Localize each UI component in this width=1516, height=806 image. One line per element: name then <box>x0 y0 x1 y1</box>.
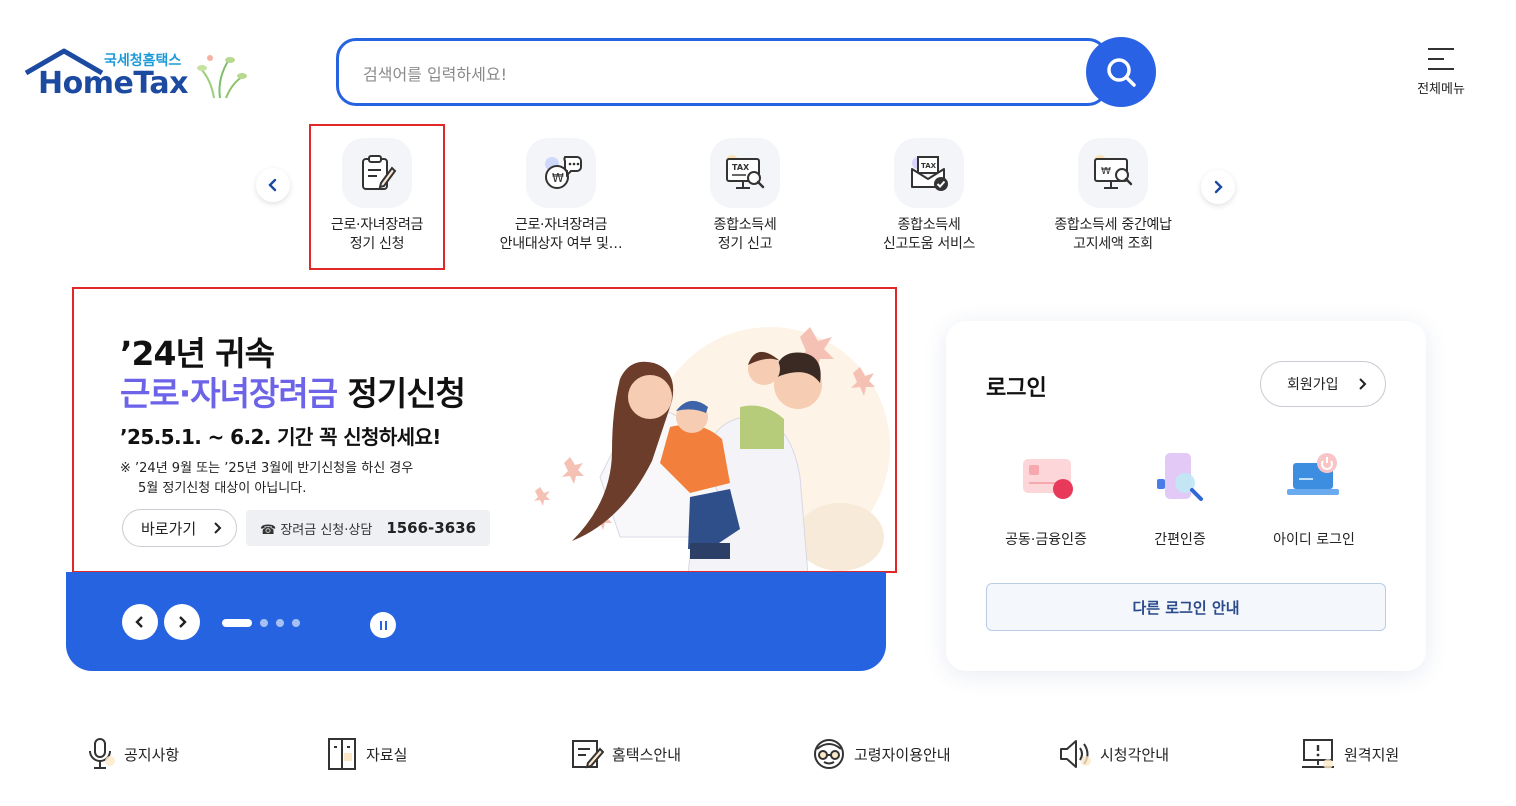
quick-menu-item-eligibility-check[interactable]: ₩ 근로·자녀장려금 안내대상자 여부 및… <box>469 138 653 254</box>
login-option-label: 간편인증 <box>1154 532 1206 548</box>
tax-envelope-icon: TAX <box>894 138 964 208</box>
svg-text:TAX: TAX <box>921 162 937 170</box>
signup-button[interactable]: 회원가입 <box>1260 361 1386 407</box>
footer-link-label: 시청각안내 <box>1100 745 1170 764</box>
all-menu-label: 전체메뉴 <box>1417 82 1465 97</box>
certificate-card-icon <box>1023 459 1073 499</box>
highlight-frame <box>309 124 445 270</box>
banner-period: ’25.5.1. ~ 6.2. 기간 꼭 신청하세요! <box>120 425 441 449</box>
login-option-id[interactable]: 아이디 로그인 <box>1244 449 1384 549</box>
footer-link-audiovisual-guide[interactable]: 시청각안내 <box>1058 734 1169 774</box>
banner-title-line2: 근로·자녀장려금 정기신청 <box>120 367 466 415</box>
quick-menu-item-filing-help[interactable]: TAX 종합소득세 신고도움 서비스 <box>837 138 1021 254</box>
search-box <box>336 38 1108 106</box>
banner-pagination <box>222 619 308 627</box>
footer-link-archive[interactable]: 자료실 <box>326 734 407 774</box>
pagination-dot[interactable] <box>260 619 268 627</box>
chevron-right-icon <box>179 616 187 628</box>
hometax-logo[interactable]: 국세청홈택스 HomeTax <box>24 44 250 104</box>
won-chat-icon: ₩ <box>526 138 596 208</box>
quick-menu-label-line1: 종합소득세 중간예납 <box>1054 217 1172 233</box>
search-button[interactable] <box>1086 37 1156 107</box>
banner-note-line2: 5월 정기신청 대상이 아닙니다. <box>138 481 307 496</box>
pagination-dot[interactable] <box>222 619 252 627</box>
banner-title-highlight: 근로·자녀장려금 <box>120 374 338 413</box>
banner-pause-button[interactable] <box>370 612 396 638</box>
hamburger-icon <box>1428 48 1454 70</box>
phone-search-icon <box>1157 453 1203 501</box>
chevron-right-icon <box>1214 180 1223 194</box>
banner-go-label: 바로가기 <box>141 519 197 538</box>
banner-contact-number: 1566-3636 <box>386 519 477 537</box>
chevron-left-icon <box>135 616 143 628</box>
search-input[interactable] <box>363 60 1063 88</box>
remote-monitor-icon <box>1302 739 1334 769</box>
svg-text:TAX: TAX <box>732 163 750 172</box>
banner-prev-button[interactable] <box>122 604 158 640</box>
microphone-icon <box>89 738 115 769</box>
quick-menu-label-line2: 안내대상자 여부 및… <box>499 236 623 252</box>
footer-link-senior-guide[interactable]: 고령자이용안내 <box>812 734 951 774</box>
won-monitor-search-icon: ₩ <box>1078 138 1148 208</box>
quick-menu-label-line1: 종합소득세 <box>897 217 961 233</box>
svg-text:₩: ₩ <box>552 171 564 185</box>
pagination-dot[interactable] <box>276 619 284 627</box>
footer-link-label: 공지사항 <box>124 745 180 764</box>
glasses-face-icon <box>814 739 844 769</box>
footer-link-notice[interactable]: 공지사항 <box>86 734 179 774</box>
laptop-power-icon <box>1287 453 1339 495</box>
banner-go-button[interactable]: 바로가기 <box>122 509 237 547</box>
footer-link-label: 원격지원 <box>1344 745 1400 764</box>
quick-menu-item-income-tax-filing[interactable]: TAX 종합소득세 정기 신고 <box>653 138 837 254</box>
speaker-icon <box>1060 740 1091 768</box>
banner-controls <box>66 560 886 671</box>
banner-next-button[interactable] <box>164 604 200 640</box>
login-option-label: 공동·금융인증 <box>1005 532 1087 548</box>
quick-menu-label-line1: 종합소득세 <box>713 217 777 233</box>
quick-menu-label-line2: 정기 신고 <box>717 236 773 252</box>
pause-icon <box>379 620 382 630</box>
footer-link-label: 홈택스안내 <box>612 745 682 764</box>
footer-link-label: 고령자이용안내 <box>854 745 951 764</box>
quick-menu-item-interim-prepayment[interactable]: ₩ 종합소득세 중간예납 고지세액 조회 <box>1021 138 1205 254</box>
quick-menu-label-line2: 신고도움 서비스 <box>882 236 976 252</box>
pagination-dot[interactable] <box>292 619 300 627</box>
footer-link-label: 자료실 <box>366 745 408 764</box>
banner-contact-label: ☎ 장려금 신청·상담 <box>260 522 373 538</box>
cabinet-icon <box>328 738 356 770</box>
chevron-right-icon <box>214 522 222 534</box>
login-panel: 로그인 회원가입 공동·금융인증 간편인증 아이디 로그인 다른 로그인 안내 <box>946 321 1426 671</box>
login-option-label: 아이디 로그인 <box>1273 532 1355 548</box>
main-banner: ’24년 귀속 근로·자녀장려금 정기신청 ’25.5.1. ~ 6.2. 기간… <box>72 287 897 573</box>
quick-menu-next-button[interactable] <box>1201 170 1235 204</box>
footer-link-remote-support[interactable]: 원격지원 <box>1300 734 1399 774</box>
quick-menu-label-line1: 근로·자녀장려금 <box>514 217 608 233</box>
tax-monitor-icon: TAX <box>710 138 780 208</box>
quick-menu-label-line2: 고지세액 조회 <box>1073 236 1153 252</box>
logo-title: HomeTax <box>38 66 189 101</box>
svg-text:₩: ₩ <box>1101 166 1111 177</box>
banner-note-line1: ※ ’24년 9월 또는 ’25년 3월에 반기신청을 하신 경우 <box>120 461 414 476</box>
login-option-certificate[interactable]: 공동·금융인증 <box>976 449 1116 549</box>
banner-note: ※ ’24년 9월 또는 ’25년 3월에 반기신청을 하신 경우 5월 정기신… <box>120 459 413 499</box>
plant-icon <box>197 55 247 99</box>
all-menu-button[interactable]: 전체메뉴 <box>1410 48 1472 97</box>
chevron-left-icon <box>268 178 277 192</box>
search-icon <box>1107 58 1136 87</box>
chevron-right-icon <box>1359 378 1367 390</box>
document-pen-icon <box>572 740 604 769</box>
other-login-button[interactable]: 다른 로그인 안내 <box>986 583 1386 631</box>
footer-link-hometax-guide[interactable]: 홈택스안내 <box>570 734 681 774</box>
banner-contact: ☎ 장려금 신청·상담 1566-3636 <box>246 510 491 546</box>
login-title: 로그인 <box>986 376 1047 401</box>
signup-label: 회원가입 <box>1287 377 1339 393</box>
family-illustration <box>534 327 890 571</box>
banner-title-rest: 정기신청 <box>337 374 466 413</box>
login-option-simple[interactable]: 간편인증 <box>1110 449 1250 549</box>
